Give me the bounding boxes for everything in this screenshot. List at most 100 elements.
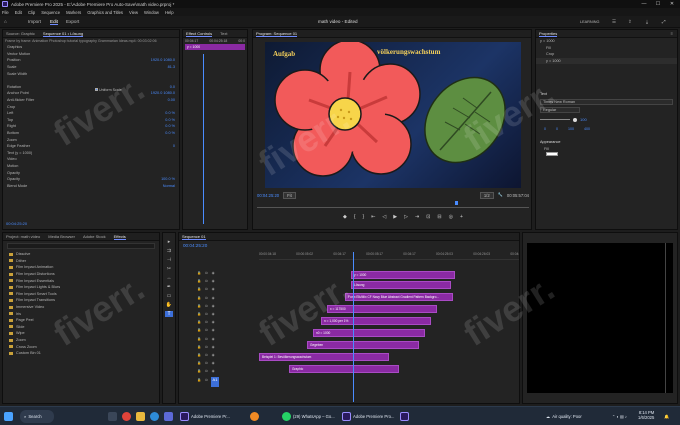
effects-list-item[interactable]: Film Impact Animation: [9, 264, 159, 271]
minimize-button[interactable]: —: [638, 0, 650, 8]
extract-icon[interactable]: ⊟: [437, 214, 441, 220]
ec-row[interactable]: Scale Width: [7, 70, 179, 77]
tray-icons[interactable]: ⌃ ◐ ▤ ♪: [612, 410, 627, 423]
tab-import[interactable]: Import: [28, 19, 41, 24]
ec-row-value[interactable]: 1920.0 1080.0: [151, 58, 175, 62]
timeline-clip[interactable]: Form Elk/Mix CF Navy Blue Abstract Gradi…: [345, 293, 453, 301]
ec-row[interactable]: Top 0.0 %: [7, 117, 179, 124]
menu-window[interactable]: Window: [144, 10, 159, 15]
wrench-icon[interactable]: 🔧: [498, 192, 503, 198]
ec-row[interactable]: Scale 81.3: [7, 64, 179, 71]
menu-view[interactable]: View: [129, 10, 138, 15]
learning-label[interactable]: LEARNING: [580, 20, 599, 24]
tab-source[interactable]: Source: Graphic: [6, 31, 35, 36]
effects-list-item[interactable]: Film Impact Transitions: [9, 297, 159, 304]
camera-icon[interactable]: ◎: [449, 214, 453, 220]
ec-row-value[interactable]: 0.0 %: [165, 131, 175, 135]
workspaces-icon[interactable]: ☰: [612, 19, 616, 25]
taskbar-app-premiere-1[interactable]: Adobe Premiere Pr...: [180, 410, 230, 423]
maximize-button[interactable]: ☐: [652, 0, 664, 8]
step-forward-icon[interactable]: ▷: [404, 214, 408, 220]
firefox-icon[interactable]: [250, 410, 259, 423]
ec-row-value[interactable]: 0.0: [170, 85, 175, 89]
ec-row-value[interactable]: 0.0 %: [165, 118, 175, 122]
menu-help[interactable]: Help: [165, 10, 174, 15]
razor-tool-icon[interactable]: ✂: [167, 266, 171, 272]
timeline-clip[interactable]: n0 = 1000: [313, 329, 425, 337]
ec-row[interactable]: Edge Feather 0: [7, 143, 179, 150]
start-icon[interactable]: [4, 410, 13, 423]
ec-row[interactable]: [7, 77, 179, 84]
timeline-playhead[interactable]: [353, 252, 354, 402]
slip-tool-icon[interactable]: ↔: [167, 275, 172, 281]
fit-dropdown[interactable]: Fit: [283, 191, 296, 199]
close-button[interactable]: ✕: [666, 0, 678, 8]
menu-graphics[interactable]: Graphics and Titles: [87, 10, 123, 15]
menu-file[interactable]: File: [2, 10, 9, 15]
tab-effects[interactable]: Effects: [113, 234, 126, 240]
share-icon[interactable]: ⇪: [628, 19, 632, 25]
tab-effect-controls[interactable]: Effect Controls: [186, 31, 213, 37]
selection-tool-icon[interactable]: ▸: [168, 239, 171, 245]
effects-list-item[interactable]: Page Peel: [9, 317, 159, 324]
ec-row-value[interactable]: 100.0 %: [161, 177, 175, 181]
go-to-out-icon[interactable]: ⇥: [415, 214, 419, 220]
mark-in-icon[interactable]: {: [354, 214, 356, 220]
premiere-pin-icon[interactable]: [400, 410, 409, 423]
taskview-icon[interactable]: [108, 410, 117, 423]
ec-row-value[interactable]: 0: [173, 144, 175, 148]
effects-list-item[interactable]: Wipe: [9, 330, 159, 337]
program-timecode[interactable]: 00:04:25:20: [257, 193, 279, 198]
ec-row-value[interactable]: 81.3: [168, 65, 175, 69]
tab-text[interactable]: Text: [220, 31, 227, 36]
effects-list-item[interactable]: Film Impact Smart Tools: [9, 291, 159, 298]
ec-row-value[interactable]: Normal: [163, 184, 175, 188]
fill-swatch[interactable]: [546, 152, 558, 157]
lift-icon[interactable]: ⊡: [426, 214, 430, 220]
ec-row[interactable]: Crop: [7, 103, 179, 110]
effects-list-item[interactable]: Cross Zoom: [9, 343, 159, 350]
quick-export-icon[interactable]: ⤓: [646, 19, 648, 24]
size-slider[interactable]: 100: [540, 117, 673, 123]
marker-icon[interactable]: ◆: [343, 214, 347, 220]
timeline-clip[interactable]: n = 1,000 per 1%: [321, 317, 431, 325]
ec-playhead[interactable]: [203, 54, 204, 224]
go-to-in-icon[interactable]: ⇤: [371, 214, 375, 220]
program-playhead[interactable]: [455, 201, 458, 205]
ec-row[interactable]: Graphics: [7, 44, 179, 51]
uniform-scale-checkbox[interactable]: Uniform Scale: [95, 88, 122, 92]
taskbar-app-premiere-2[interactable]: Adobe Premiere Pro...: [342, 410, 394, 423]
step-back-icon[interactable]: ◁: [382, 214, 386, 220]
font-size-value[interactable]: 100: [580, 117, 587, 122]
menu-clip[interactable]: Clip: [28, 10, 35, 15]
tab-media-browser[interactable]: Media Browser: [48, 234, 75, 239]
menu-icon[interactable]: ≡: [671, 31, 673, 36]
prop-row-3[interactable]: Crop: [536, 51, 677, 58]
clock[interactable]: 8:14 PM 1/6/2025: [638, 410, 654, 423]
ec-row[interactable]: Anchor Point 1920.0 1080.0: [7, 90, 179, 97]
timeline-clip[interactable]: Lösung: [351, 281, 451, 289]
tab-edit[interactable]: Edit: [50, 19, 58, 25]
ec-row[interactable]: Vector Motion: [7, 51, 179, 58]
hand-tool-icon[interactable]: ✋: [166, 302, 172, 308]
text-section-header[interactable]: Text: [536, 90, 677, 97]
effects-list-item[interactable]: Film Impact Lights & Blurs: [9, 284, 159, 291]
effects-list-item[interactable]: Iris: [9, 310, 159, 317]
type-tool-icon[interactable]: T: [165, 311, 173, 317]
ec-row[interactable]: Text (y = 1000): [7, 150, 179, 157]
effects-list-item[interactable]: Immersive Video: [9, 304, 159, 311]
fullscreen-icon[interactable]: ⤢: [662, 19, 666, 24]
baseline-value[interactable]: 400: [584, 127, 590, 131]
ec-clip-bar[interactable]: y = 1000: [185, 44, 245, 50]
timeline-clip[interactable]: Beispiel 1: Bevölkerungswachstum: [259, 353, 389, 361]
ripple-edit-icon[interactable]: ⊣: [167, 257, 171, 263]
mark-out-icon[interactable]: }: [363, 214, 365, 220]
kerning-value[interactable]: 0: [556, 127, 558, 131]
ec-row[interactable]: Blend Mode Normal: [7, 182, 179, 189]
prop-row-2[interactable]: Fill: [536, 45, 677, 52]
ec-row-value[interactable]: 0.0 %: [165, 111, 175, 115]
appearance-section-header[interactable]: Appearance: [536, 139, 677, 146]
menu-edit[interactable]: Edit: [15, 10, 22, 15]
tab-export[interactable]: Export: [66, 19, 79, 24]
taskbar-app-whatsapp[interactable]: (29) WhatsApp – Go...: [282, 410, 335, 423]
